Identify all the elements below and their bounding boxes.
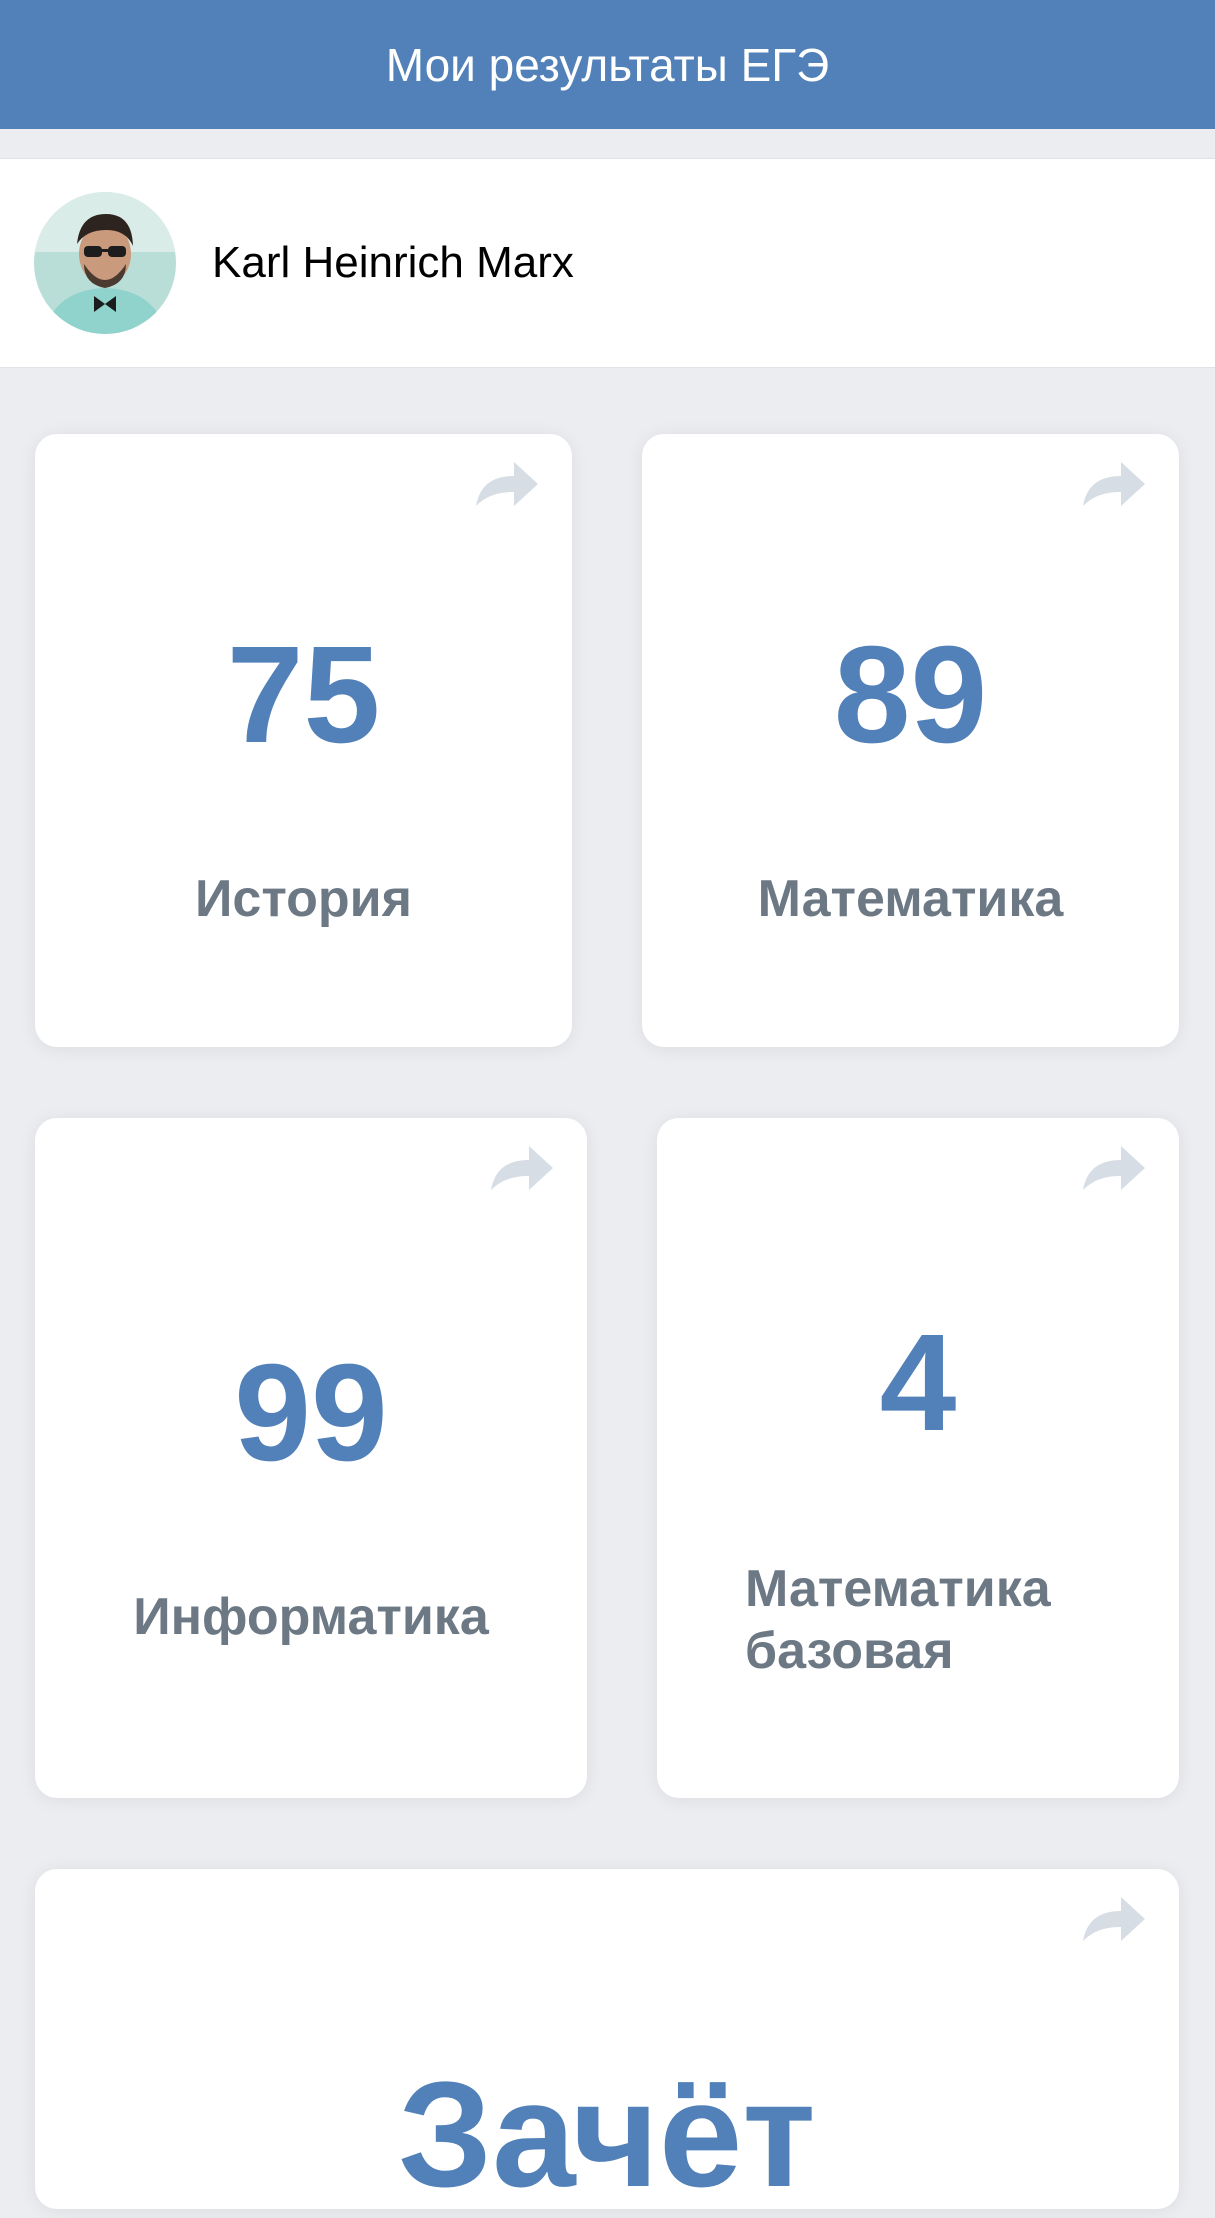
page-title: Мои результаты ЕГЭ <box>385 38 830 91</box>
subject-label: Математика базовая <box>745 1560 1051 1681</box>
profile-row[interactable]: Karl Heinrich Marx <box>0 158 1215 368</box>
score-value: Зачёт <box>398 2050 816 2218</box>
share-arrow-icon[interactable] <box>1079 1140 1149 1200</box>
score-value: 75 <box>226 618 381 772</box>
share-arrow-icon[interactable] <box>472 456 542 516</box>
score-value: 4 <box>879 1306 957 1460</box>
profile-name[interactable]: Karl Heinrich Marx <box>212 238 574 288</box>
app-header: Мои результаты ЕГЭ <box>0 0 1215 129</box>
result-card-informatics[interactable]: 99 Информатика <box>35 1118 587 1798</box>
share-arrow-icon[interactable] <box>487 1140 557 1200</box>
subject-label: История <box>195 870 412 928</box>
subject-label: Информатика <box>133 1588 489 1646</box>
result-card-history[interactable]: 75 История <box>35 434 572 1047</box>
result-card-math[interactable]: 89 Математика <box>642 434 1179 1047</box>
share-arrow-icon[interactable] <box>1079 1891 1149 1951</box>
share-arrow-icon[interactable] <box>1079 456 1149 516</box>
score-value: 89 <box>833 618 988 772</box>
avatar-photo-icon <box>34 192 176 334</box>
result-card-math-basic[interactable]: 4 Математика базовая <box>657 1118 1179 1798</box>
avatar[interactable] <box>34 192 176 334</box>
result-card-pass[interactable]: Зачёт <box>35 1869 1179 2209</box>
score-value: 99 <box>234 1336 388 1490</box>
subject-label: Математика <box>757 870 1064 928</box>
